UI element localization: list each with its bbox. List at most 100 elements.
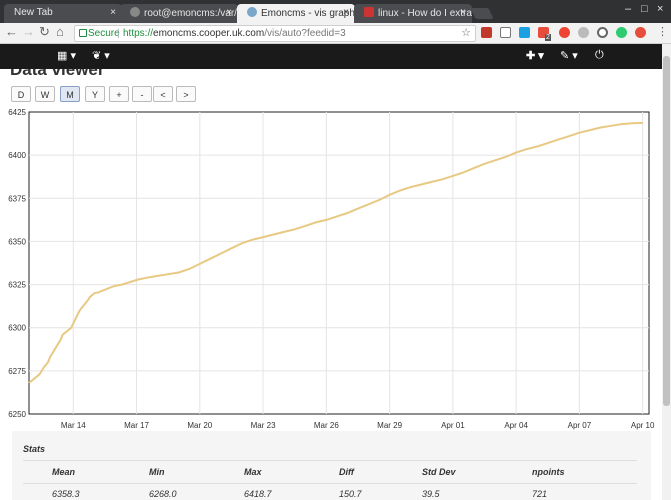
y-tick-label: 6300: [8, 324, 26, 333]
tab-emoncms[interactable]: Emoncms - vis graph ×: [237, 4, 355, 23]
stats-value-mean: 6358.3: [52, 489, 80, 499]
extension-badge: 2: [545, 34, 551, 41]
x-tick-label: Mar 14: [61, 421, 86, 430]
tab-title: root@emoncms:/var/lo: [144, 8, 238, 19]
stats-value-min: 6268.0: [149, 489, 177, 499]
power-icon[interactable]: ⏻: [595, 49, 604, 62]
home-icon[interactable]: ⌂: [56, 24, 64, 39]
reload-icon[interactable]: ↻: [39, 24, 50, 40]
url-scheme: https://: [123, 28, 154, 39]
tab-terminal[interactable]: root@emoncms:/var/lo ×: [120, 4, 238, 23]
y-tick-label: 6325: [8, 281, 26, 290]
x-axis-ticks: Mar 14 Mar 17 Mar 20 Mar 23 Mar 26 Mar 29 Apr …: [61, 421, 655, 430]
lock-icon: [79, 29, 87, 37]
stackexchange-favicon-icon: [364, 7, 374, 17]
tab-title: New Tab: [14, 7, 53, 18]
y-tick-label: 6250: [8, 410, 26, 419]
browser-toolbar: ← → ↻ ⌂ Secure | https://emoncms.cooper.…: [0, 23, 671, 44]
range-day-button[interactable]: D: [11, 86, 31, 102]
zoom-out-button[interactable]: -: [132, 86, 152, 102]
stats-header-mean: Mean: [52, 467, 76, 477]
browser-tab-strip: New Tab × root@emoncms:/var/lo × Emoncms…: [0, 0, 671, 23]
x-tick-label: Mar 23: [251, 421, 276, 430]
stats-title: Stats: [23, 444, 46, 454]
app-navbar: ▦ ▾ ❦ ▾ ✚ ▾ ✎ ▾ ⏻: [0, 44, 671, 69]
close-tab-icon[interactable]: ×: [226, 7, 232, 18]
x-tick-label: Mar 20: [187, 421, 212, 430]
leaf-icon[interactable]: ❦ ▾: [92, 49, 110, 62]
page-title: Data viewer: [10, 69, 105, 79]
tab-title: linux - How do I extract l: [378, 8, 472, 19]
stats-divider: [23, 460, 637, 461]
plot-area: [28, 111, 650, 415]
x-tick-label: Apr 01: [441, 421, 465, 430]
y-tick-label: 6425: [8, 108, 26, 117]
url-host: emoncms.cooper.uk.com: [153, 28, 265, 39]
stats-value-stddev: 39.5: [422, 489, 440, 499]
apps-grid-icon[interactable]: ▦ ▾: [57, 49, 76, 62]
page-scrollbar[interactable]: [662, 44, 671, 500]
wrench-icon[interactable]: ✎ ▾: [560, 49, 578, 62]
stats-header-min: Min: [149, 467, 165, 477]
x-tick-label: Mar 17: [124, 421, 149, 430]
close-tab-icon[interactable]: ×: [343, 7, 349, 18]
extension-icon[interactable]: [500, 27, 511, 38]
y-tick-label: 6350: [8, 237, 26, 246]
red-extension-icon[interactable]: [635, 27, 646, 38]
skype-extension-icon[interactable]: [519, 27, 530, 38]
forward-icon[interactable]: →: [22, 24, 35, 39]
stats-header-stddev: Std Dev: [422, 467, 456, 477]
adblock-extension-icon[interactable]: [481, 27, 492, 38]
x-tick-label: Mar 29: [377, 421, 402, 430]
green-extension-icon[interactable]: [616, 27, 627, 38]
circle-extension-icon[interactable]: [597, 27, 608, 38]
y-tick-label: 6275: [8, 367, 26, 376]
close-tab-icon[interactable]: ×: [110, 7, 116, 18]
bookmark-star-icon[interactable]: ☆: [461, 26, 471, 41]
terminal-favicon-icon: [130, 7, 140, 17]
url-text: https://emoncms.cooper.uk.com/vis/auto?f…: [123, 26, 346, 41]
maximize-icon[interactable]: □: [641, 3, 648, 15]
stats-header-diff: Diff: [339, 467, 354, 477]
url-path: /vis/auto?feedid=3: [264, 28, 346, 39]
address-bar[interactable]: Secure | https://emoncms.cooper.uk.com/v…: [74, 25, 476, 42]
new-tab-button[interactable]: [470, 8, 494, 19]
x-tick-label: Apr 10: [631, 421, 655, 430]
tab-title: Emoncms - vis graph: [261, 8, 355, 19]
range-month-button[interactable]: M: [60, 86, 80, 102]
back-icon[interactable]: ←: [5, 24, 18, 39]
emoncms-favicon-icon: [247, 7, 257, 17]
stats-header-max: Max: [244, 467, 262, 477]
pan-left-button[interactable]: <: [153, 86, 173, 102]
stats-divider: [23, 483, 637, 484]
stats-value-npoints: 721: [532, 489, 548, 499]
pan-right-button[interactable]: >: [176, 86, 196, 102]
zoom-in-button[interactable]: +: [109, 86, 129, 102]
range-week-button[interactable]: W: [35, 86, 55, 102]
minimize-icon[interactable]: –: [625, 3, 631, 15]
y-axis-ticks: 6425 6400 6375 6350 6325 6300 6275 6250: [8, 108, 26, 419]
stats-header-npoints: npoints: [532, 467, 565, 477]
stats-value-diff: 150.7: [339, 489, 362, 499]
scrollbar-thumb[interactable]: [663, 56, 670, 406]
close-window-icon[interactable]: ×: [657, 3, 663, 15]
grey-extension-icon[interactable]: [578, 27, 589, 38]
secure-label: Secure: [88, 28, 120, 39]
plus-icon[interactable]: ✚ ▾: [526, 49, 544, 62]
x-tick-label: Apr 07: [568, 421, 592, 430]
menu-kebab-icon[interactable]: ⋮: [657, 25, 668, 38]
x-tick-label: Apr 04: [504, 421, 528, 430]
opera-extension-icon[interactable]: [559, 27, 570, 38]
y-tick-label: 6400: [8, 151, 26, 160]
feed-line-chart[interactable]: 64256400637563506325630062756250 Mar 14 M…: [0, 107, 662, 433]
page-content: Data viewer D W M Y + - < > 6425 6400 6375…: [0, 69, 662, 500]
url-separator: |: [117, 28, 120, 39]
tab-new-tab[interactable]: New Tab ×: [4, 4, 122, 23]
x-tick-label: Mar 26: [314, 421, 339, 430]
tab-stackexchange[interactable]: linux - How do I extract l ×: [354, 4, 472, 23]
stats-value-max: 6418.7: [244, 489, 272, 499]
range-year-button[interactable]: Y: [85, 86, 105, 102]
stats-panel: Stats Mean Min Max Diff Std Dev npoints …: [12, 431, 651, 500]
y-tick-label: 6375: [8, 194, 26, 203]
close-tab-icon[interactable]: ×: [460, 7, 466, 18]
